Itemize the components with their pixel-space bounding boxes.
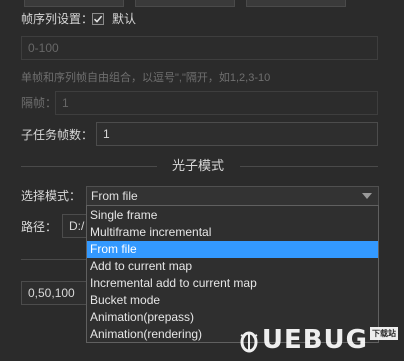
lower-divider: [21, 259, 91, 260]
mode-option-from-file[interactable]: From file: [87, 241, 378, 258]
mode-dropdown-list[interactable]: Single frame Multiframe incremental From…: [86, 205, 379, 343]
subtask-frames-label: 子任务帧数：: [21, 128, 94, 142]
section-divider-left: [21, 166, 157, 167]
top-tab-right[interactable]: [246, 0, 346, 7]
lower-values-input[interactable]: 0,50,100: [21, 281, 91, 305]
path-label: 路径：: [21, 220, 58, 234]
interval-input[interactable]: 1: [55, 91, 378, 115]
mode-option-incremental-add[interactable]: Incremental add to current map: [87, 275, 378, 292]
mode-option-animation-prepass[interactable]: Animation(prepass): [87, 309, 378, 326]
mode-select-value: From file: [91, 189, 138, 203]
interval-label: 隔帧：: [21, 96, 58, 110]
mode-select[interactable]: From file: [86, 186, 379, 206]
watermark-text: UEBUG: [261, 325, 368, 355]
watermark-badge: 下载站: [370, 327, 398, 340]
default-checkbox[interactable]: [92, 13, 104, 25]
mode-label: 选择模式：: [21, 189, 82, 203]
default-checkbox-label: 默认: [112, 12, 137, 26]
watermark-bug-icon: [240, 331, 258, 353]
mode-option-add-to-current-map[interactable]: Add to current map: [87, 258, 378, 275]
photon-section-title: 光子模式: [172, 158, 225, 173]
mode-option-bucket-mode[interactable]: Bucket mode: [87, 292, 378, 309]
subtask-frames-input[interactable]: 1: [96, 122, 378, 146]
dropdown-arrow-icon: [362, 193, 372, 199]
checkmark-icon: [93, 15, 103, 23]
frame-range-input[interactable]: 0-100: [21, 36, 378, 60]
mode-option-single-frame[interactable]: Single frame: [87, 207, 378, 224]
section-divider-right: [240, 166, 378, 167]
mode-option-multiframe-incremental[interactable]: Multiframe incremental: [87, 224, 378, 241]
top-tab-middle[interactable]: [135, 0, 235, 7]
frame-sequence-label: 帧序列设置：: [21, 12, 94, 26]
site-watermark: UEBUG 下载站: [238, 325, 398, 355]
frame-help-text: 单帧和序列帧自由组合，以逗号","隔开，如1,2,3-10: [21, 72, 271, 84]
top-tab-left[interactable]: [24, 0, 124, 7]
